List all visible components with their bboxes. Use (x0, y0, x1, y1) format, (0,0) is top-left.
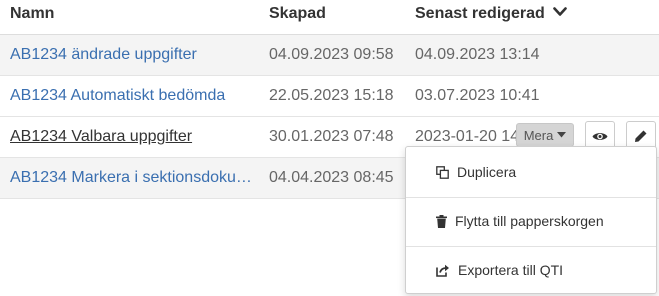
menu-item-label: Duplicera (457, 164, 517, 180)
menu-item-label: Flytta till papperskorgen (455, 213, 604, 229)
pencil-icon (635, 130, 647, 142)
column-header-edited[interactable]: Senast redigerad (415, 5, 567, 23)
menu-item-label: Exportera till QTI (458, 262, 564, 278)
edited-date: 2023-01-20 14: (415, 128, 524, 145)
export-icon (436, 264, 450, 277)
created-date: 04.09.2023 09:58 (269, 46, 394, 63)
trash-icon (436, 214, 447, 228)
table-row: AB1234 Automatiskt bedömda 22.05.2023 15… (0, 76, 659, 117)
caret-down-icon (557, 132, 567, 138)
item-name-link[interactable]: AB1234 Markera i sektionsdokument (10, 169, 257, 187)
created-date: 30.01.2023 07:48 (269, 128, 394, 145)
item-name-link[interactable]: AB1234 Automatiskt bedömda (10, 87, 257, 105)
column-header-created[interactable]: Skapad (269, 5, 326, 23)
column-header-edited-label: Senast redigerad (415, 5, 545, 22)
edited-date: 04.09.2023 13:14 (415, 46, 540, 63)
more-button[interactable]: Mera (516, 123, 574, 147)
more-actions-menu: Duplicera Flytta till papperskorgen Expo… (405, 146, 657, 294)
menu-item-trash[interactable]: Flytta till papperskorgen (406, 197, 656, 245)
copy-icon (436, 165, 449, 179)
created-date: 22.05.2023 15:18 (269, 87, 394, 104)
table-row: AB1234 ändrade uppgifter 04.09.2023 09:5… (0, 35, 659, 76)
menu-item-export-qti[interactable]: Exportera till QTI (406, 246, 656, 294)
table-header: Namn Skapad Senast redigerad (0, 0, 659, 35)
eye-icon (592, 132, 608, 140)
created-date: 04.04.2023 08:45 (269, 169, 394, 186)
item-name-link[interactable]: AB1234 ändrade uppgifter (10, 46, 257, 64)
chevron-down-icon (553, 7, 567, 17)
item-name-link[interactable]: AB1234 Valbara uppgifter (10, 128, 257, 146)
column-header-name[interactable]: Namn (10, 5, 54, 23)
edited-date: 03.07.2023 10:41 (415, 87, 540, 104)
menu-item-duplicate[interactable]: Duplicera (406, 148, 656, 196)
more-button-label: Mera (523, 127, 554, 143)
